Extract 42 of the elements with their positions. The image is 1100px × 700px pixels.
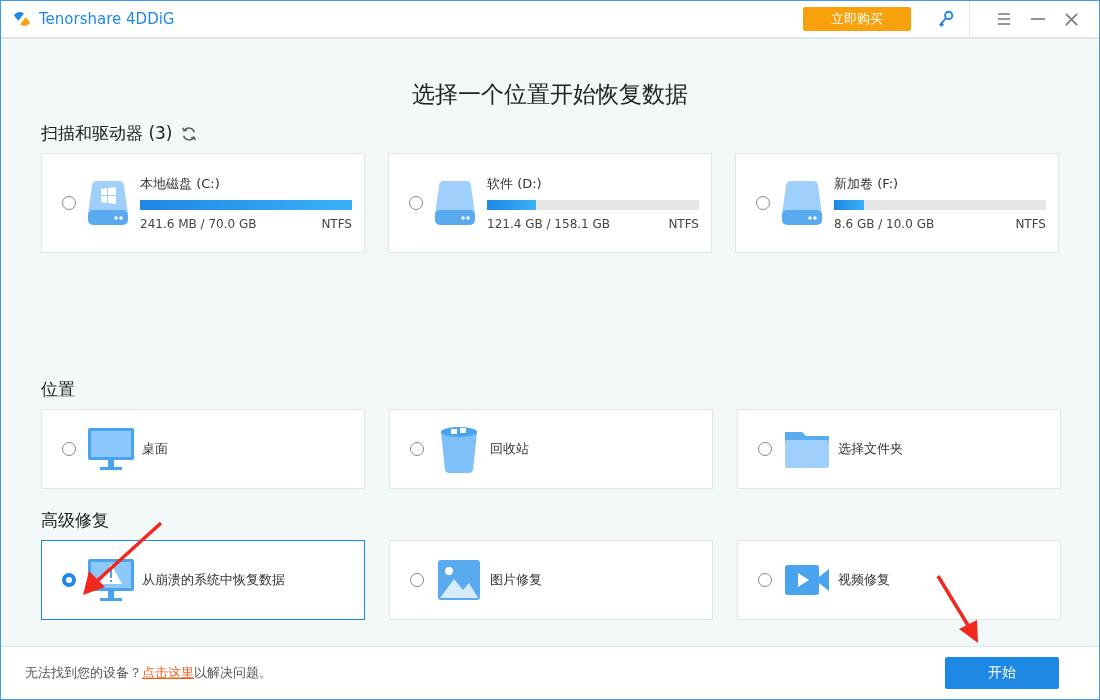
help-text: 无法找到您的设备？点击这里以解决问题。	[25, 664, 272, 682]
drive-usage: 241.6 MB / 70.0 GB	[140, 217, 257, 231]
section-title: 位置	[41, 378, 75, 401]
file-system: NTFS	[668, 217, 699, 231]
radio-button[interactable]	[62, 573, 76, 587]
key-icon[interactable]	[937, 10, 955, 28]
location-card[interactable]: 从崩溃的系统中恢复数据	[41, 540, 365, 620]
refresh-icon[interactable]	[180, 124, 199, 143]
hard-drive-icon	[86, 180, 130, 226]
location-card[interactable]: 图片修复	[389, 540, 713, 620]
close-icon[interactable]	[1064, 11, 1079, 27]
location-card[interactable]: 桌面	[41, 409, 365, 489]
click-here-link[interactable]: 点击这里	[142, 665, 194, 680]
location-label: 视频修复	[838, 571, 890, 589]
location-label: 回收站	[490, 440, 529, 458]
file-system: NTFS	[321, 217, 352, 231]
location-label: 图片修复	[490, 571, 542, 589]
location-card[interactable]: 回收站	[389, 409, 713, 489]
drive-usage: 8.6 GB / 10.0 GB	[834, 217, 935, 231]
drive-usage: 121.4 GB / 158.1 GB	[487, 217, 611, 231]
drive-card[interactable]: 软件 (D:) 121.4 GB / 158.1 GB NTFS	[388, 153, 712, 253]
hard-drive-icon	[780, 180, 824, 226]
drive-card[interactable]: 新加卷 (F:) 8.6 GB / 10.0 GB NTFS	[735, 153, 1059, 253]
section-title: 扫描和驱动器 (3)	[41, 122, 173, 145]
hard-drive-icon	[433, 180, 477, 226]
drive-name: 新加卷 (F:)	[834, 175, 900, 193]
section-title: 高级修复	[41, 509, 109, 532]
file-system: NTFS	[1015, 217, 1046, 231]
location-label: 桌面	[142, 440, 168, 458]
drive-card[interactable]: 本地磁盘 (C:) 241.6 MB / 70.0 GB NTFS	[41, 153, 365, 253]
annotation-arrow	[936, 575, 978, 643]
location-card[interactable]: 选择文件夹	[737, 409, 1061, 489]
minimize-icon[interactable]	[1030, 18, 1046, 20]
start-button[interactable]: 开始	[945, 657, 1059, 689]
drive-name: 本地磁盘 (C:)	[140, 175, 221, 193]
page-heading: 选择一个位置开始恢复数据	[411, 80, 689, 109]
location-card[interactable]: 视频修复	[737, 540, 1061, 620]
drive-name: 软件 (D:)	[487, 175, 543, 193]
location-label: 从崩溃的系统中恢复数据	[142, 571, 285, 589]
app-name: Tenorshare 4DDiG	[39, 10, 175, 28]
menu-icon[interactable]	[996, 11, 1012, 27]
location-label: 选择文件夹	[838, 440, 903, 458]
